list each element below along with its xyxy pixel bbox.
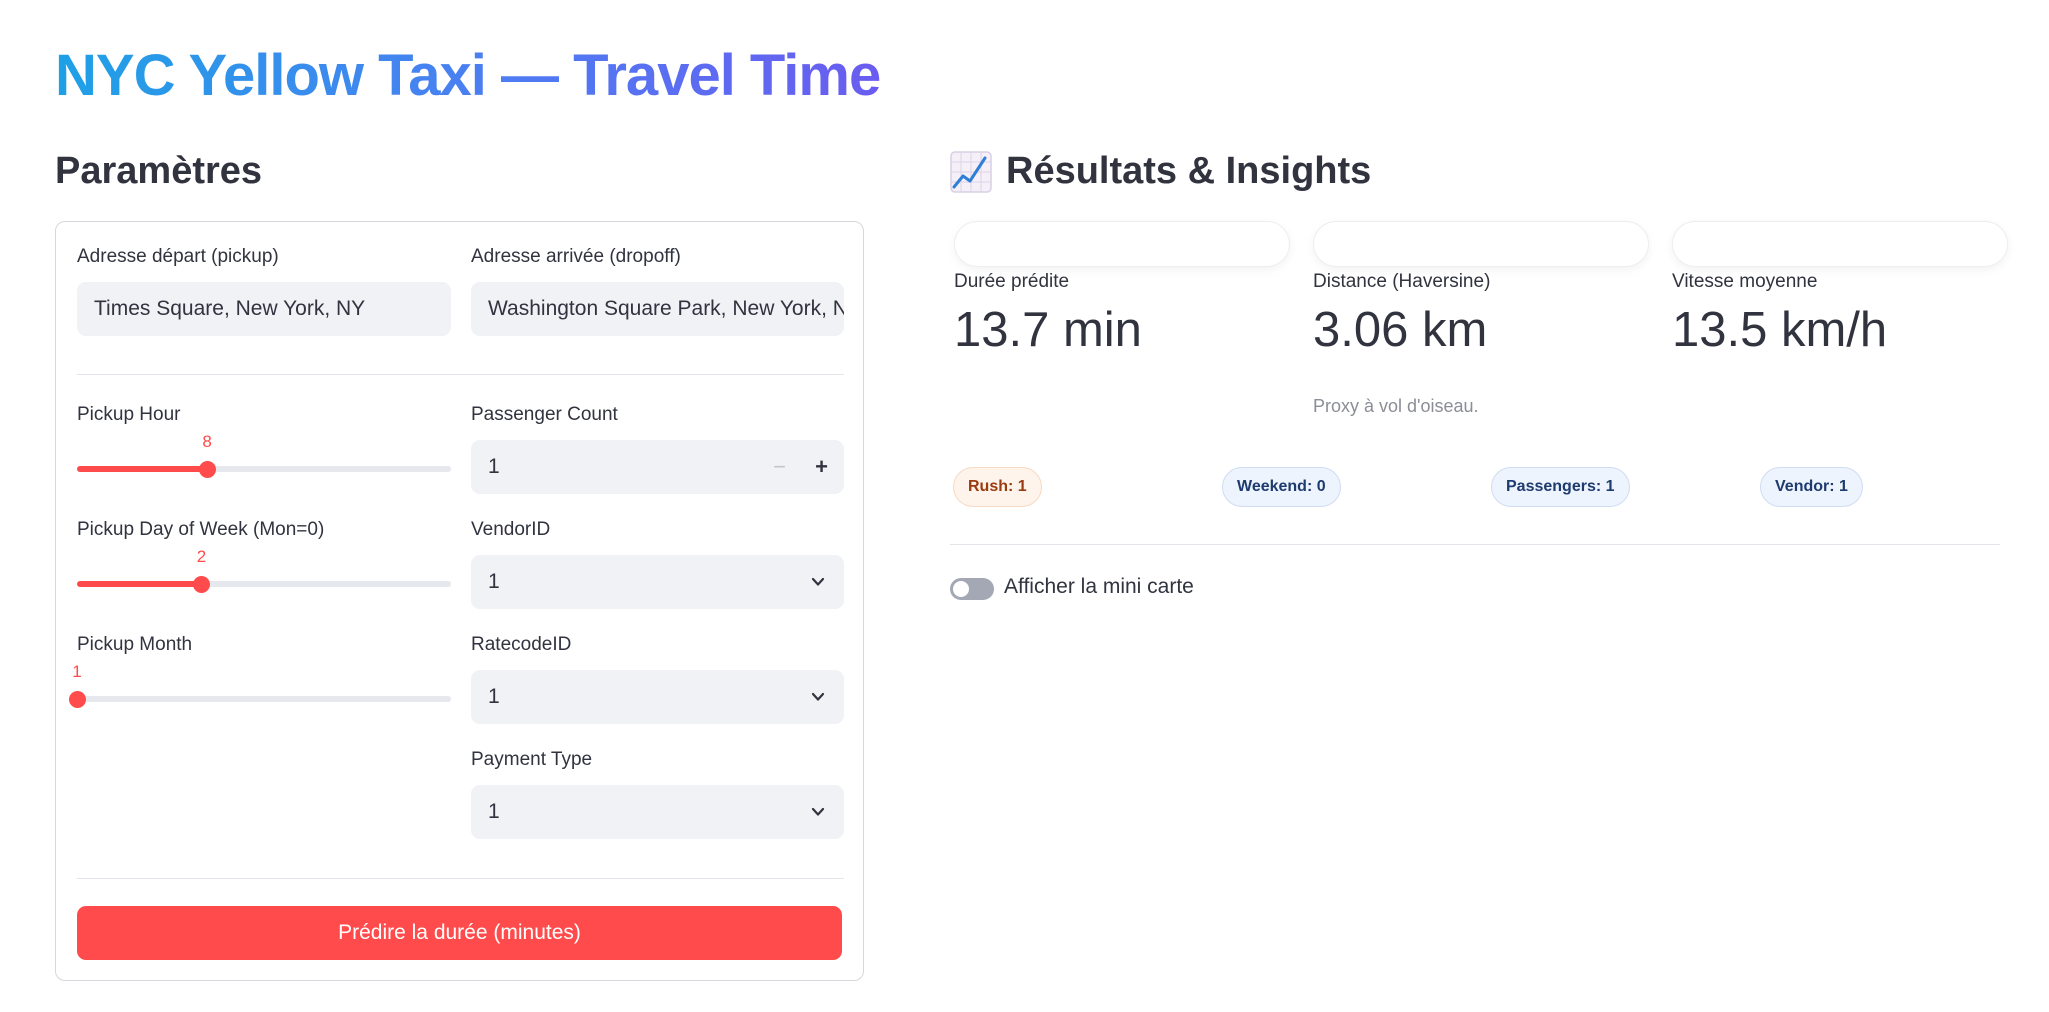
slider-thumb[interactable] (198, 460, 216, 478)
metric-caption-distance: Proxy à vol d'oiseau. (1313, 396, 1479, 416)
ratecode-id-value: 1 (488, 685, 500, 708)
chevron-down-icon (811, 807, 825, 816)
metric-card-speed (1672, 221, 2008, 267)
chevron-down-icon (811, 692, 825, 701)
metric-value-distance: 3.06 km (1313, 303, 1488, 357)
vendor-badge: Vendor: 1 (1760, 467, 1863, 507)
payment-type-value: 1 (488, 800, 500, 823)
pickup-month-slider[interactable]: 1 (68, 662, 451, 708)
passenger-count-label: Passenger Count (471, 404, 618, 425)
dropoff-address-label: Adresse arrivée (dropoff) (471, 246, 681, 267)
payment-type-label: Payment Type (471, 749, 593, 770)
form-divider (77, 374, 844, 375)
rush-badge: Rush: 1 (953, 467, 1042, 507)
metric-card-distance (1313, 221, 1649, 267)
predict-button[interactable]: Prédire la durée (minutes) (77, 906, 842, 960)
slider-fill (77, 581, 202, 587)
metric-label-duration: Durée prédite (954, 271, 1070, 292)
pickup-hour-slider[interactable]: 8 (77, 432, 451, 478)
page-title: NYC Yellow Taxi — Travel Time (55, 43, 881, 108)
results-divider (950, 544, 2000, 545)
ratecode-id-select[interactable]: 1 (471, 670, 844, 724)
chart-increasing-icon (950, 150, 992, 193)
parameters-form: Adresse départ (pickup) Times Square, Ne… (55, 221, 864, 981)
vendor-id-value: 1 (488, 570, 500, 593)
pickup-day-label: Pickup Day of Week (Mon=0) (77, 519, 325, 540)
pickup-hour-label: Pickup Hour (77, 404, 181, 425)
pickup-day-slider[interactable]: 2 (77, 547, 451, 593)
pickup-address-label: Adresse départ (pickup) (77, 246, 279, 267)
slider-value: 1 (72, 662, 82, 681)
slider-thumb[interactable] (68, 690, 86, 708)
results-title-text: Résultats & Insights (1006, 150, 1372, 192)
ratecode-id-label: RatecodeID (471, 634, 572, 655)
passengers-badge: Passengers: 1 (1491, 467, 1630, 507)
slider-fill (77, 466, 208, 472)
payment-type-select[interactable]: 1 (471, 785, 844, 839)
mini-map-toggle-label: Afficher la mini carte (1004, 575, 1194, 598)
vendor-id-label: VendorID (471, 519, 551, 540)
passenger-count-value: 1 (488, 455, 500, 478)
metric-label-distance: Distance (Haversine) (1313, 271, 1491, 292)
slider-value: 2 (196, 547, 207, 566)
slider-thumb[interactable] (193, 575, 211, 593)
form-divider (77, 878, 844, 879)
mini-map-toggle[interactable] (950, 578, 994, 600)
increment-button[interactable]: + (815, 440, 828, 494)
dropoff-address-input[interactable]: Washington Square Park, New York, NY (471, 282, 844, 336)
passenger-count-input[interactable]: 1 − + (471, 440, 844, 494)
metric-value-speed: 13.5 km/h (1672, 303, 1888, 357)
params-section-title: Paramètres (55, 150, 263, 192)
results-section-title: Résultats & Insights (950, 150, 1371, 193)
metric-card-duration (954, 221, 1290, 267)
toggle-knob (953, 581, 969, 597)
weekend-badge: Weekend: 0 (1222, 467, 1341, 507)
vendor-id-select[interactable]: 1 (471, 555, 844, 609)
pickup-address-input[interactable]: Times Square, New York, NY (77, 282, 451, 336)
metric-value-duration: 13.7 min (954, 303, 1142, 357)
decrement-button[interactable]: − (773, 440, 786, 494)
metric-label-speed: Vitesse moyenne (1672, 271, 1818, 292)
pickup-month-label: Pickup Month (77, 634, 193, 655)
slider-value: 8 (202, 432, 212, 451)
chevron-down-icon (811, 577, 825, 586)
